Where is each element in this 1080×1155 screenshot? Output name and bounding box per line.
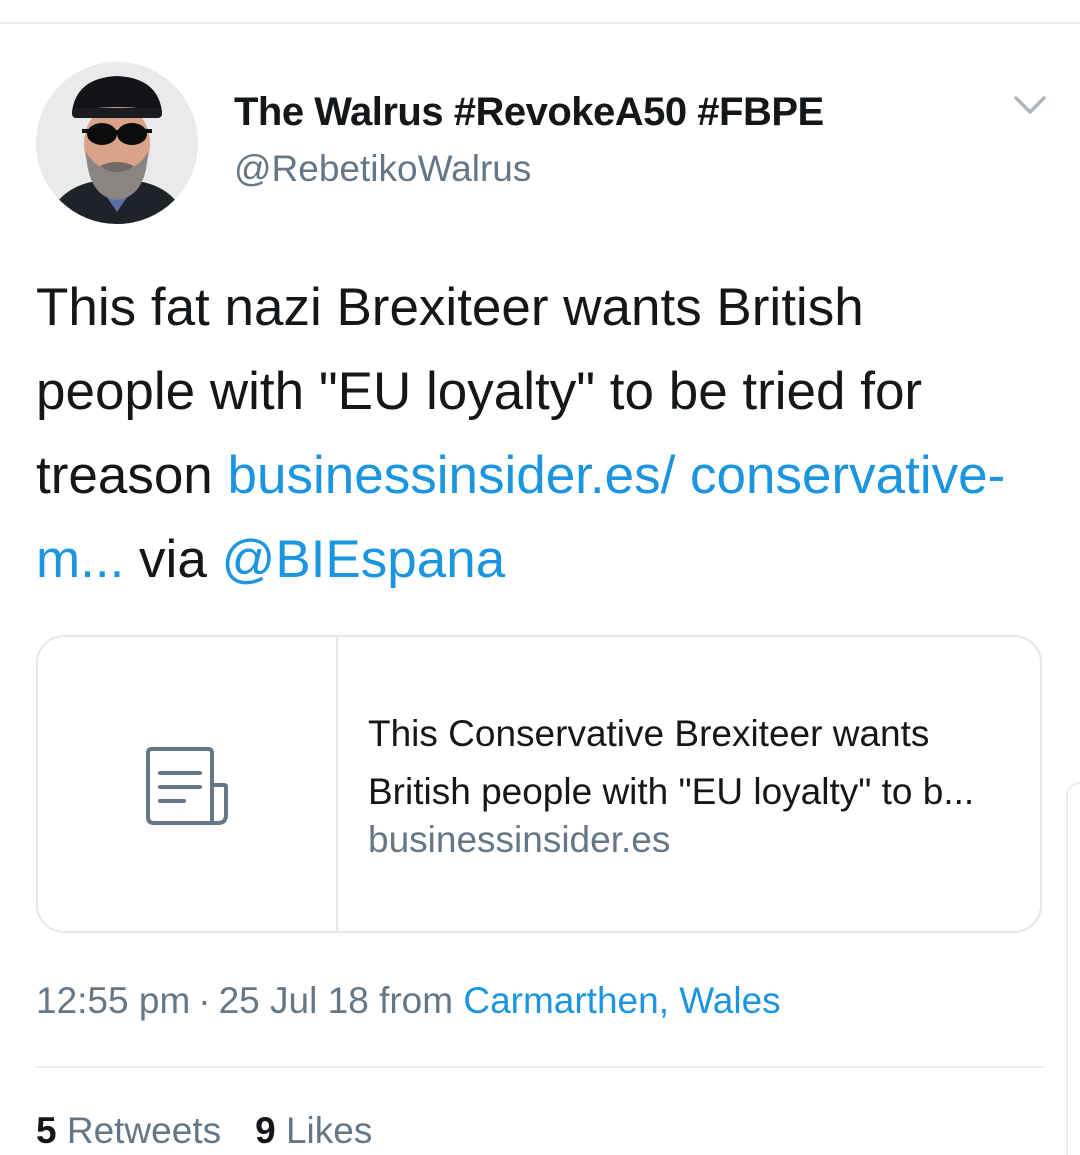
tweet-date[interactable]: 25 Jul 18 — [219, 980, 369, 1021]
adjacent-panel-edge — [1066, 782, 1080, 1155]
meta-separator: · — [198, 980, 211, 1021]
likes-stat[interactable]: 9 Likes — [255, 1110, 372, 1151]
likes-count: 9 — [255, 1110, 276, 1151]
tweet-text-via: via — [124, 530, 222, 589]
link-preview-card[interactable]: This Conservative Brexiteer wants Britis… — [36, 635, 1042, 933]
retweets-label: Retweets — [66, 1110, 222, 1151]
user-avatar-icon — [36, 62, 198, 224]
author-avatar[interactable] — [36, 62, 198, 224]
card-title: This Conservative Brexiteer wants Britis… — [368, 705, 1018, 821]
divider — [36, 1066, 1044, 1068]
author-handle[interactable]: @RebetikoWalrus — [234, 148, 531, 190]
tweet-mention[interactable]: @BIEspana — [222, 530, 506, 589]
tweet-text: This fat nazi Brexiteer wants British pe… — [36, 266, 1026, 602]
tweet-stats: 5 Retweets 9 Likes — [36, 1110, 406, 1152]
article-icon — [146, 747, 228, 825]
tweet-meta: 12:55 pm · 25 Jul 18 from Carmarthen, Wale… — [36, 980, 781, 1022]
chevron-down-icon[interactable] — [1010, 88, 1050, 124]
card-title-line: This Conservative Brexiteer wants — [368, 713, 930, 754]
tweet-time[interactable]: 12:55 pm — [36, 980, 190, 1021]
tweet-location[interactable]: Carmarthen, Wales — [463, 980, 780, 1021]
likes-label: Likes — [285, 1110, 373, 1151]
top-divider — [0, 22, 1080, 24]
card-domain: businessinsider.es — [368, 819, 671, 860]
retweets-stat[interactable]: 5 Retweets — [36, 1110, 221, 1151]
retweets-count: 5 — [36, 1110, 57, 1151]
from-label: from — [379, 980, 454, 1021]
card-title-line: British people with "EU loyalty" to b... — [368, 771, 975, 812]
card-thumbnail — [38, 637, 338, 931]
author-display-name[interactable]: The Walrus #RevokeA50 #FBPE — [234, 90, 824, 135]
